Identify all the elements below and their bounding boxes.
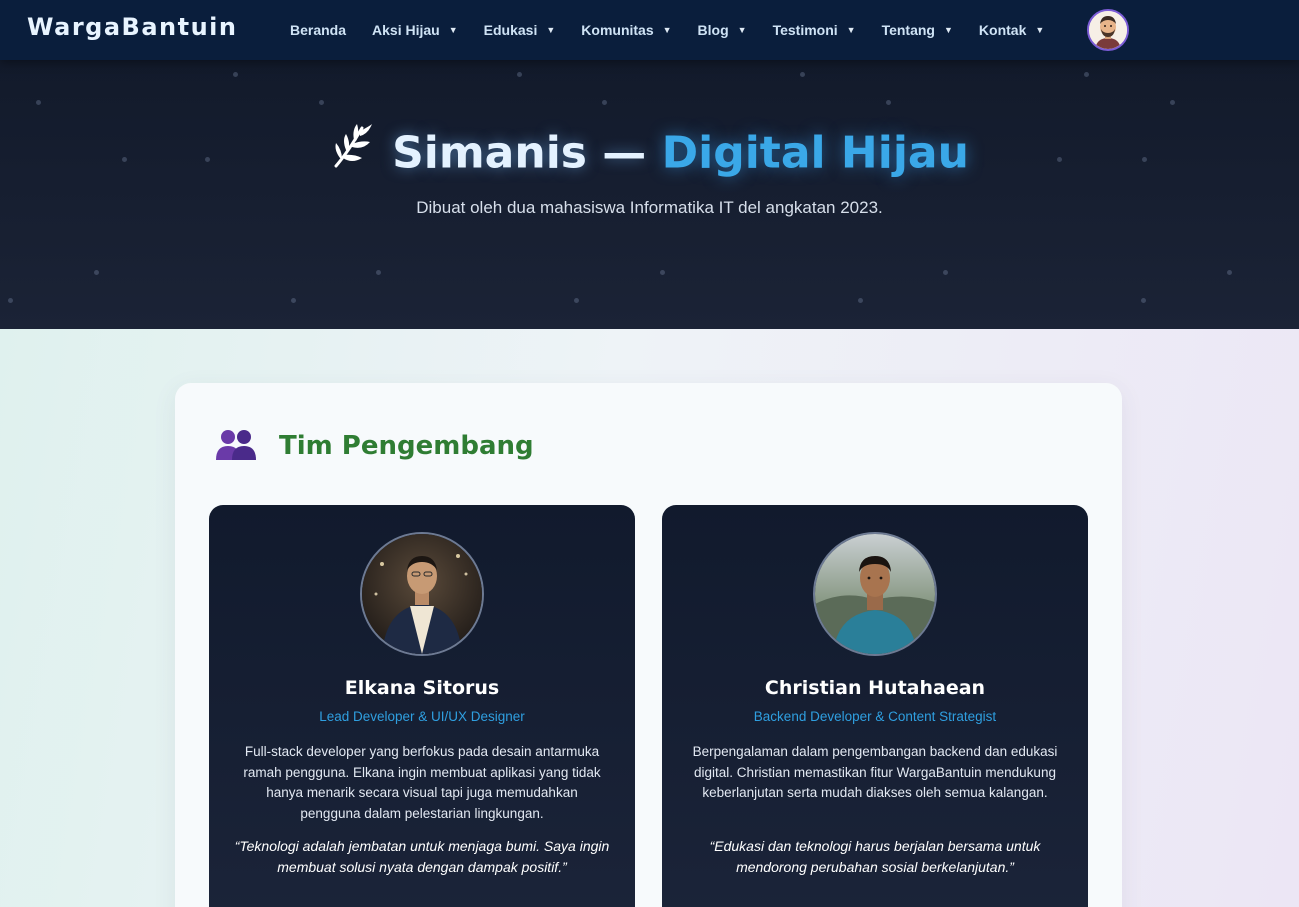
caret-down-icon: ▼ <box>448 25 458 35</box>
caret-down-icon: ▼ <box>737 25 747 35</box>
caret-down-icon: ▼ <box>546 25 556 35</box>
nav-item-label: Edukasi <box>483 22 538 38</box>
team-member-card: Elkana Sitorus Lead Developer & UI/UX De… <box>209 505 635 907</box>
nav-links: Beranda Aksi Hijau ▼ Edukasi ▼ Komunitas… <box>290 0 1070 60</box>
nav-item-label: Komunitas <box>581 22 654 38</box>
hero-banner: Simanis — Digital Hijau Dibuat oleh dua … <box>0 60 1299 329</box>
hero-title: Simanis — Digital Hijau <box>0 124 1299 185</box>
nav-item-label: Aksi Hijau <box>372 22 440 38</box>
nav-item-label: Testimoni <box>772 22 838 38</box>
member-photo <box>813 532 937 656</box>
team-section: Tim Pengembang Elkana Sitorus Lead Devel… <box>0 329 1299 907</box>
nav-item-label: Beranda <box>290 22 347 38</box>
hero-subtitle: Dibuat oleh dua mahasiswa Informatika IT… <box>416 198 883 217</box>
member-quote: “Teknologi adalah jembatan untuk menjaga… <box>234 838 610 875</box>
member-role: Backend Developer & Content Strategist <box>753 709 997 724</box>
nav-item-beranda[interactable]: Beranda <box>290 22 346 38</box>
brand-logo[interactable]: WargaBantuin <box>27 13 237 41</box>
nav-item-tentang[interactable]: Tentang ▼ <box>882 22 953 38</box>
nav-item-aksi-hijau[interactable]: Aksi Hijau ▼ <box>372 22 458 38</box>
hero-title-accent: Digital Hijau <box>661 127 969 179</box>
team-card: Tim Pengembang Elkana Sitorus Lead Devel… <box>175 383 1122 907</box>
member-name: Elkana Sitorus <box>344 677 500 699</box>
user-avatar-icon <box>1089 11 1127 49</box>
nav-item-label: Tentang <box>881 22 935 38</box>
member-name: Christian Hutahaean <box>764 677 986 699</box>
two-people-icon <box>215 427 257 465</box>
section-title: Tim Pengembang <box>279 431 534 461</box>
nav-item-edukasi[interactable]: Edukasi ▼ <box>484 22 556 38</box>
user-avatar-button[interactable] <box>1087 9 1129 51</box>
section-header: Tim Pengembang <box>215 427 534 465</box>
nav-item-label: Kontak <box>978 22 1027 38</box>
nav-item-label: Blog <box>697 22 729 38</box>
caret-down-icon: ▼ <box>846 25 856 35</box>
member-quote: “Edukasi dan teknologi harus berjalan be… <box>709 838 1041 875</box>
nav-item-komunitas[interactable]: Komunitas ▼ <box>581 22 671 38</box>
leaf-branch-icon <box>330 122 374 181</box>
nav-item-kontak[interactable]: Kontak ▼ <box>979 22 1044 38</box>
caret-down-icon: ▼ <box>1035 25 1045 35</box>
caret-down-icon: ▼ <box>943 25 953 35</box>
navbar: WargaBantuin Beranda Aksi Hijau ▼ Edukas… <box>0 0 1299 60</box>
hero-title-main: Simanis — <box>392 127 647 179</box>
member-role: Lead Developer & UI/UX Designer <box>319 709 525 724</box>
caret-down-icon: ▼ <box>662 25 672 35</box>
team-member-card: Christian Hutahaean Backend Developer & … <box>662 505 1088 907</box>
nav-item-blog[interactable]: Blog ▼ <box>698 22 747 38</box>
member-description: Berpengalaman dalam pengembangan backend… <box>692 744 1058 800</box>
member-description: Full-stack developer yang berfokus pada … <box>243 744 601 821</box>
nav-item-testimoni[interactable]: Testimoni ▼ <box>773 22 856 38</box>
member-photo <box>360 532 484 656</box>
